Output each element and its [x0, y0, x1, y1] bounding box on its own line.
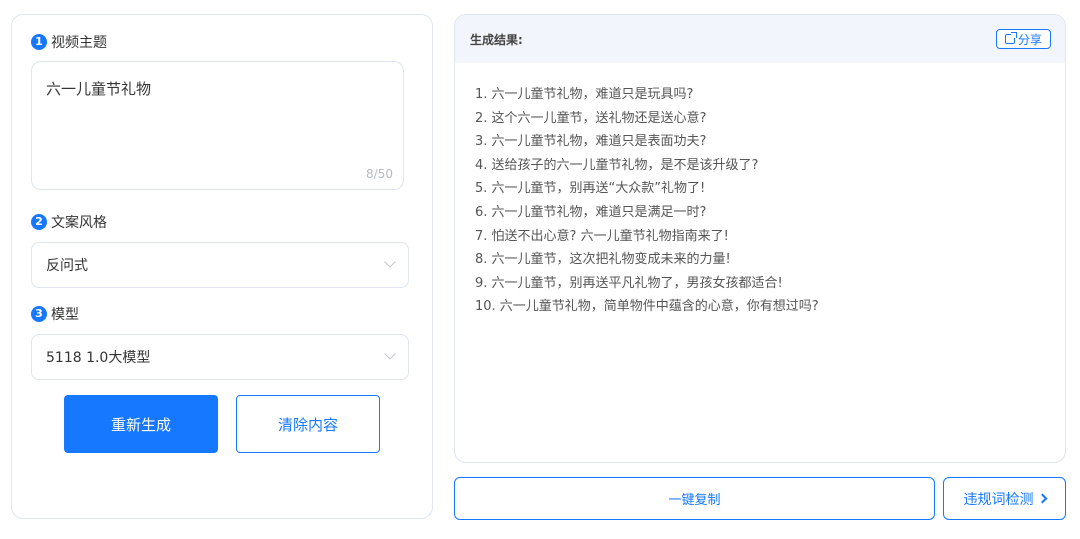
- topic-section-label: 1 视频主题: [31, 32, 107, 52]
- list-item: 4. 送给孩子的六一儿童节礼物，是不是该升级了?: [475, 157, 759, 173]
- result-panel: 生成结果: 分享 1. 六一儿童节礼物，难道只是玩具吗? 2. 这个六一儿童节，…: [454, 14, 1066, 463]
- topic-label: 视频主题: [51, 35, 107, 51]
- regenerate-button[interactable]: 重新生成: [64, 395, 218, 453]
- model-section-label: 3 模型: [31, 304, 79, 324]
- topic-input[interactable]: 六一儿童节礼物 8/50: [31, 61, 404, 190]
- chevron-down-icon: [384, 256, 396, 268]
- list-item: 1. 六一儿童节礼物，难道只是玩具吗?: [475, 87, 694, 102]
- style-label: 文案风格: [51, 215, 107, 231]
- list-item: 10. 六一儿童节礼物，简单物件中蕴含的心意，你有想过吗?: [475, 299, 819, 315]
- list-item: 5. 六一儿童节，别再送“大众款”礼物了!: [475, 181, 706, 197]
- model-select[interactable]: 5118 1.0大模型: [31, 334, 409, 380]
- topic-value: 六一儿童节礼物: [46, 80, 152, 98]
- clear-button[interactable]: 清除内容: [236, 395, 380, 453]
- result-title: 生成结果:: [470, 32, 523, 47]
- list-item: 2. 这个六一儿童节，送礼物还是送心意?: [475, 110, 707, 126]
- list-item: 9. 六一儿童节，别再送平凡礼物了，男孩女孩都适合!: [475, 275, 783, 291]
- style-select[interactable]: 反问式: [31, 242, 409, 288]
- list-item: 7. 怕送不出心意? 六一儿童节礼物指南来了!: [475, 228, 729, 244]
- style-value: 反问式: [46, 258, 88, 274]
- chevron-right-icon: [1037, 493, 1047, 504]
- step-badge: 3: [31, 306, 47, 322]
- step-badge: 2: [31, 214, 47, 230]
- violation-check-button[interactable]: 违规词检测: [943, 477, 1066, 520]
- list-item: 6. 六一儿童节礼物，难道只是满足一时?: [475, 204, 707, 220]
- char-count: 8/50: [366, 167, 393, 181]
- style-section-label: 2 文案风格: [31, 212, 107, 232]
- model-value: 5118 1.0大模型: [46, 350, 151, 366]
- chevron-down-icon: [384, 348, 396, 360]
- list-item: 8. 六一儿童节，这次把礼物变成未来的力量!: [475, 252, 731, 268]
- share-icon: [1004, 32, 1017, 44]
- form-panel: 1 视频主题 六一儿童节礼物 8/50 2 文案风格 反问式 3 模型 5118…: [11, 14, 433, 519]
- result-header: 生成结果: 分享: [455, 15, 1065, 63]
- step-badge: 1: [31, 34, 47, 50]
- result-list: 1. 六一儿童节礼物，难道只是玩具吗? 2. 这个六一儿童节，送礼物还是送心意?…: [455, 63, 1065, 319]
- copy-all-button[interactable]: 一键复制: [454, 477, 935, 520]
- share-label: 分享: [1017, 32, 1042, 47]
- violation-check-label: 违规词检测: [963, 491, 1034, 508]
- list-item: 3. 六一儿童节礼物，难道只是表面功夫?: [475, 134, 707, 150]
- model-label: 模型: [51, 307, 79, 323]
- share-button[interactable]: 分享: [995, 29, 1051, 49]
